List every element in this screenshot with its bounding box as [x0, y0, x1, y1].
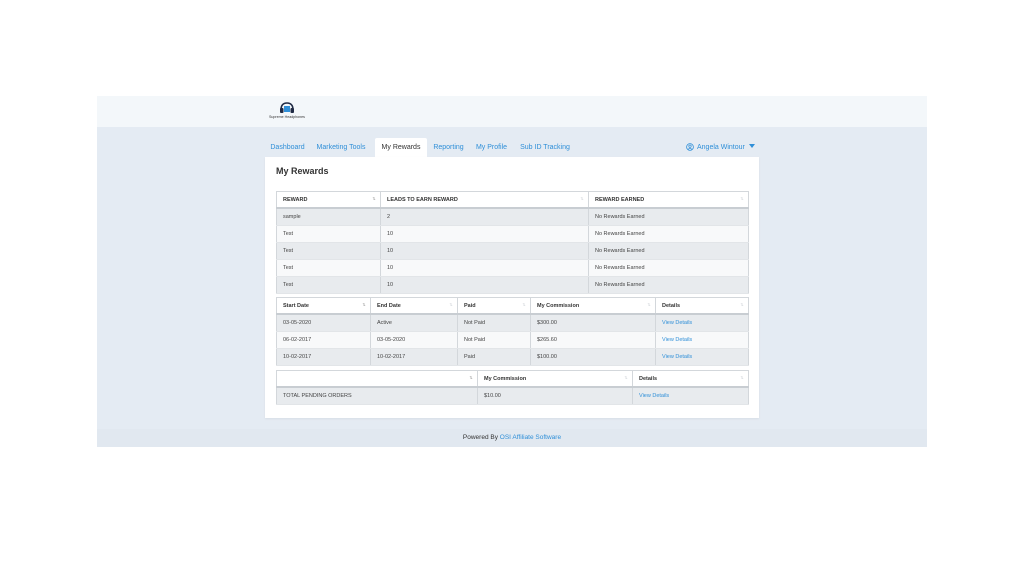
page-title: My Rewards	[276, 166, 329, 176]
sort-icon[interactable]: ↑↓	[740, 302, 744, 308]
user-circle-icon	[686, 143, 694, 151]
pending-orders-table: ↑↓ My Commission ↑↓ Details ↑↓ TOTAL PENDI…	[276, 370, 749, 405]
sort-icon[interactable]: ↑↓	[580, 196, 584, 202]
cell-start-date: 03-05-2020	[276, 314, 371, 332]
caret-down-icon[interactable]	[748, 144, 755, 148]
cell-commission: $10.00	[477, 387, 633, 405]
sort-icon[interactable]: ↑↓	[740, 375, 744, 381]
nav-reporting[interactable]: Reporting	[428, 138, 469, 158]
column-header-end-date[interactable]: End Date ↑↓	[370, 297, 458, 315]
main-nav: Dashboard Marketing Tools My Rewards Rep…	[265, 138, 759, 158]
cell-paid: Paid	[457, 348, 531, 366]
column-header-my-commission[interactable]: My Commission ↑↓	[530, 297, 656, 315]
sort-icon[interactable]: ↑↓	[449, 302, 453, 308]
column-header-my-commission[interactable]: My Commission ↑↓	[477, 370, 633, 388]
column-header-paid[interactable]: Paid ↑↓	[457, 297, 531, 315]
sort-icon[interactable]: ↑↓	[740, 196, 744, 202]
nav-my-profile[interactable]: My Profile	[471, 138, 512, 158]
headphones-logo-icon	[280, 102, 294, 113]
rewards-panel: My Rewards REWARD ↑↓ LEADS TO EARN REWARD…	[265, 157, 759, 418]
table-row: Test 10 No Rewards Earned	[276, 276, 749, 294]
cell-paid: Not Paid	[457, 331, 531, 349]
nav-my-rewards[interactable]: My Rewards	[375, 138, 427, 158]
table-row: 06-02-2017 03-05-2020 Not Paid $265.60 V…	[276, 331, 749, 349]
footer-text: Powered By	[462, 434, 498, 441]
column-header-reward-earned[interactable]: REWARD EARNED ↑↓	[588, 191, 749, 209]
cell-start-date: 10-02-2017	[276, 348, 371, 366]
user-menu[interactable]: Angela Wintour	[686, 138, 755, 158]
cell-reward: Test	[276, 225, 381, 243]
column-header-details[interactable]: Details ↑↓	[655, 297, 749, 315]
brand-logo[interactable]: Supreme Headphones	[265, 102, 309, 122]
table-row: TOTAL PENDING ORDERS $10.00 View Details	[276, 387, 749, 405]
cell-reward-earned: No Rewards Earned	[588, 225, 749, 243]
column-header-details[interactable]: Details ↑↓	[632, 370, 749, 388]
footer: Powered By OSI Affiliate Software	[97, 429, 927, 447]
commission-table: Start Date ↑↓ End Date ↑↓ Paid ↑↓ My Commis…	[276, 297, 749, 366]
rewards-table: REWARD ↑↓ LEADS TO EARN REWARD ↑↓ REWARD E…	[276, 191, 749, 294]
table-row: Test 10 No Rewards Earned	[276, 225, 749, 243]
table-row: sample 2 No Rewards Earned	[276, 208, 749, 226]
cell-paid: Not Paid	[457, 314, 531, 332]
cell-leads: 10	[380, 242, 589, 260]
cell-reward: Test	[276, 276, 381, 294]
user-name: Angela Wintour	[697, 144, 745, 151]
cell-reward-earned: No Rewards Earned	[588, 242, 749, 260]
view-details-link[interactable]: View Details	[662, 354, 692, 360]
brand-logo-text: Supreme Headphones	[269, 115, 305, 119]
sort-icon[interactable]: ↑↓	[647, 302, 651, 308]
cell-leads: 10	[380, 276, 589, 294]
cell-reward: sample	[276, 208, 381, 226]
cell-reward-earned: No Rewards Earned	[588, 276, 749, 294]
footer-link[interactable]: OSI Affiliate Software	[500, 434, 561, 441]
table-row: 10-02-2017 10-02-2017 Paid $100.00 View …	[276, 348, 749, 366]
cell-reward: Test	[276, 242, 381, 260]
table-header-row: REWARD ↑↓ LEADS TO EARN REWARD ↑↓ REWARD E…	[276, 191, 749, 209]
view-details-link[interactable]: View Details	[662, 320, 692, 326]
table-header-row: ↑↓ My Commission ↑↓ Details ↑↓	[276, 370, 749, 388]
column-header-start-date[interactable]: Start Date ↑↓	[276, 297, 371, 315]
view-details-link[interactable]: View Details	[662, 337, 692, 343]
top-bar: Supreme Headphones	[97, 96, 927, 127]
sort-icon[interactable]: ↑↓	[522, 302, 526, 308]
column-header-leads[interactable]: LEADS TO EARN REWARD ↑↓	[380, 191, 589, 209]
cell-leads: 10	[380, 225, 589, 243]
nav-marketing-tools[interactable]: Marketing Tools	[311, 138, 371, 158]
nav-dashboard[interactable]: Dashboard	[265, 138, 310, 158]
cell-commission: $100.00	[530, 348, 656, 366]
sort-icon[interactable]: ↑↓	[469, 375, 473, 381]
cell-leads: 10	[380, 259, 589, 277]
cell-leads: 2	[380, 208, 589, 226]
cell-reward-earned: No Rewards Earned	[588, 208, 749, 226]
table-header-row: Start Date ↑↓ End Date ↑↓ Paid ↑↓ My Commis…	[276, 297, 749, 315]
cell-reward: Test	[276, 259, 381, 277]
cell-start-date: 06-02-2017	[276, 331, 371, 349]
column-header-blank[interactable]: ↑↓	[276, 370, 478, 388]
cell-end-date: 03-05-2020	[370, 331, 458, 349]
cell-reward-earned: No Rewards Earned	[588, 259, 749, 277]
table-row: 03-05-2020 Active Not Paid $300.00 View …	[276, 314, 749, 332]
nav-sub-id-tracking[interactable]: Sub ID Tracking	[516, 138, 574, 158]
table-row: Test 10 No Rewards Earned	[276, 259, 749, 277]
sort-icon[interactable]: ↑↓	[362, 302, 366, 308]
cell-end-date: 10-02-2017	[370, 348, 458, 366]
view-details-link[interactable]: View Details	[639, 393, 669, 399]
column-header-reward[interactable]: REWARD ↑↓	[276, 191, 381, 209]
sort-icon[interactable]: ↑↓	[372, 196, 376, 202]
cell-end-date: Active	[370, 314, 458, 332]
app-window: Supreme Headphones Dashboard Marketing T…	[97, 96, 927, 447]
table-row: Test 10 No Rewards Earned	[276, 242, 749, 260]
sort-icon[interactable]: ↑↓	[624, 375, 628, 381]
cell-pending-label: TOTAL PENDING ORDERS	[276, 387, 478, 405]
cell-commission: $300.00	[530, 314, 656, 332]
cell-commission: $265.60	[530, 331, 656, 349]
